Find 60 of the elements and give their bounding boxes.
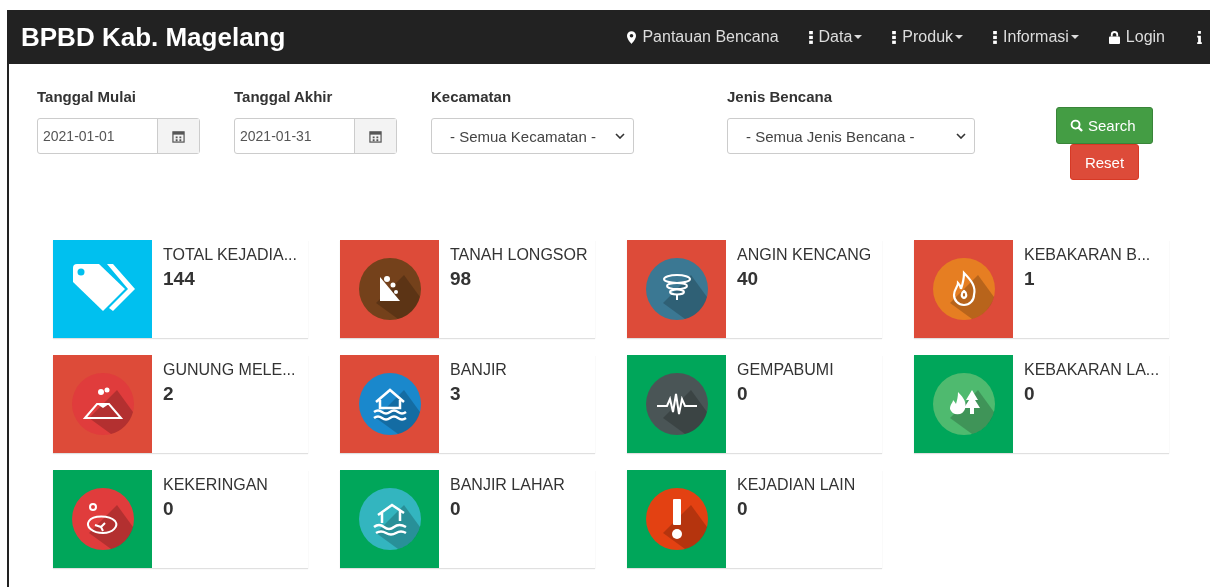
- field-label: Kecamatan: [431, 88, 513, 106]
- card-title: TOTAL KEJADIA...: [163, 246, 297, 264]
- disaster-icon: [931, 372, 996, 436]
- card-title: ANGIN KENCANG: [737, 246, 872, 264]
- disaster-icon: [644, 372, 709, 436]
- card-title: KEJADIAN LAIN: [737, 476, 856, 494]
- disaster-icon: [357, 372, 422, 436]
- card-count: 0: [737, 383, 749, 405]
- card-count: 98: [450, 268, 473, 290]
- field-label: Jenis Bencana: [727, 88, 834, 106]
- reset-button[interactable]: Reset: [1069, 144, 1140, 180]
- tags-icon: [70, 264, 135, 314]
- lock-icon: [1108, 30, 1120, 44]
- date-field[interactable]: 2021-01-31: [234, 118, 397, 154]
- card-count: 0: [450, 498, 462, 520]
- chevron-down-icon: [615, 133, 625, 139]
- disaster-icon: [70, 372, 135, 436]
- card-count: 0: [1024, 383, 1036, 405]
- disaster-icon: [357, 487, 422, 551]
- vertical-dots-icon: [993, 30, 998, 44]
- field-label: Tanggal Mulai: [37, 88, 137, 106]
- card-title: TANAH LONGSOR: [450, 246, 588, 264]
- calendar-icon: [369, 129, 382, 143]
- info-icon: [1197, 30, 1202, 44]
- vertical-dots-icon: [808, 30, 813, 44]
- card-title: BANJIR: [450, 361, 507, 379]
- vertical-dots-icon: [892, 30, 897, 44]
- disaster-icon: [931, 257, 996, 321]
- card-count: 1: [1024, 268, 1036, 290]
- chevron-down-icon: [956, 133, 966, 139]
- card-count: 0: [737, 498, 749, 520]
- card-title: KEBAKARAN LA...: [1024, 361, 1160, 379]
- disaster-icon: [644, 487, 709, 551]
- field-label: Tanggal Akhir: [234, 88, 334, 106]
- card-count: 3: [450, 383, 462, 405]
- nav-link[interactable]: Produk: [892, 28, 964, 46]
- map-pin-icon: [627, 30, 637, 44]
- nav-link[interactable]: Pantauan Bencana: [627, 28, 779, 46]
- card-count: 144: [163, 268, 196, 290]
- disaster-icon: [70, 487, 135, 551]
- brand-title[interactable]: BPBD Kab. Magelang: [21, 21, 286, 53]
- disaster-type-select[interactable]: - Semua Jenis Bencana -: [727, 118, 975, 154]
- card-count: 2: [163, 383, 175, 405]
- search-icon: [1070, 119, 1083, 132]
- nav-link[interactable]: Login: [1108, 28, 1165, 46]
- card-title: GUNUNG MELE...: [163, 361, 296, 379]
- card-title: KEKERINGAN: [163, 476, 268, 494]
- card-title: GEMPABUMI: [737, 361, 834, 379]
- card-title: BANJIR LAHAR: [450, 476, 565, 494]
- card-count: 40: [737, 268, 760, 290]
- card-count: 0: [163, 498, 175, 520]
- calendar-icon: [172, 129, 185, 143]
- district-select[interactable]: - Semua Kecamatan -: [431, 118, 634, 154]
- nav-link[interactable]: Data: [808, 28, 863, 46]
- disaster-icon: [357, 257, 422, 321]
- disaster-icon: [644, 257, 709, 321]
- nav-link[interactable]: Informasi: [993, 28, 1079, 46]
- card-title: KEBAKARAN B...: [1024, 246, 1151, 264]
- nav-link[interactable]: [1197, 30, 1202, 44]
- date-field[interactable]: 2021-01-01: [37, 118, 200, 154]
